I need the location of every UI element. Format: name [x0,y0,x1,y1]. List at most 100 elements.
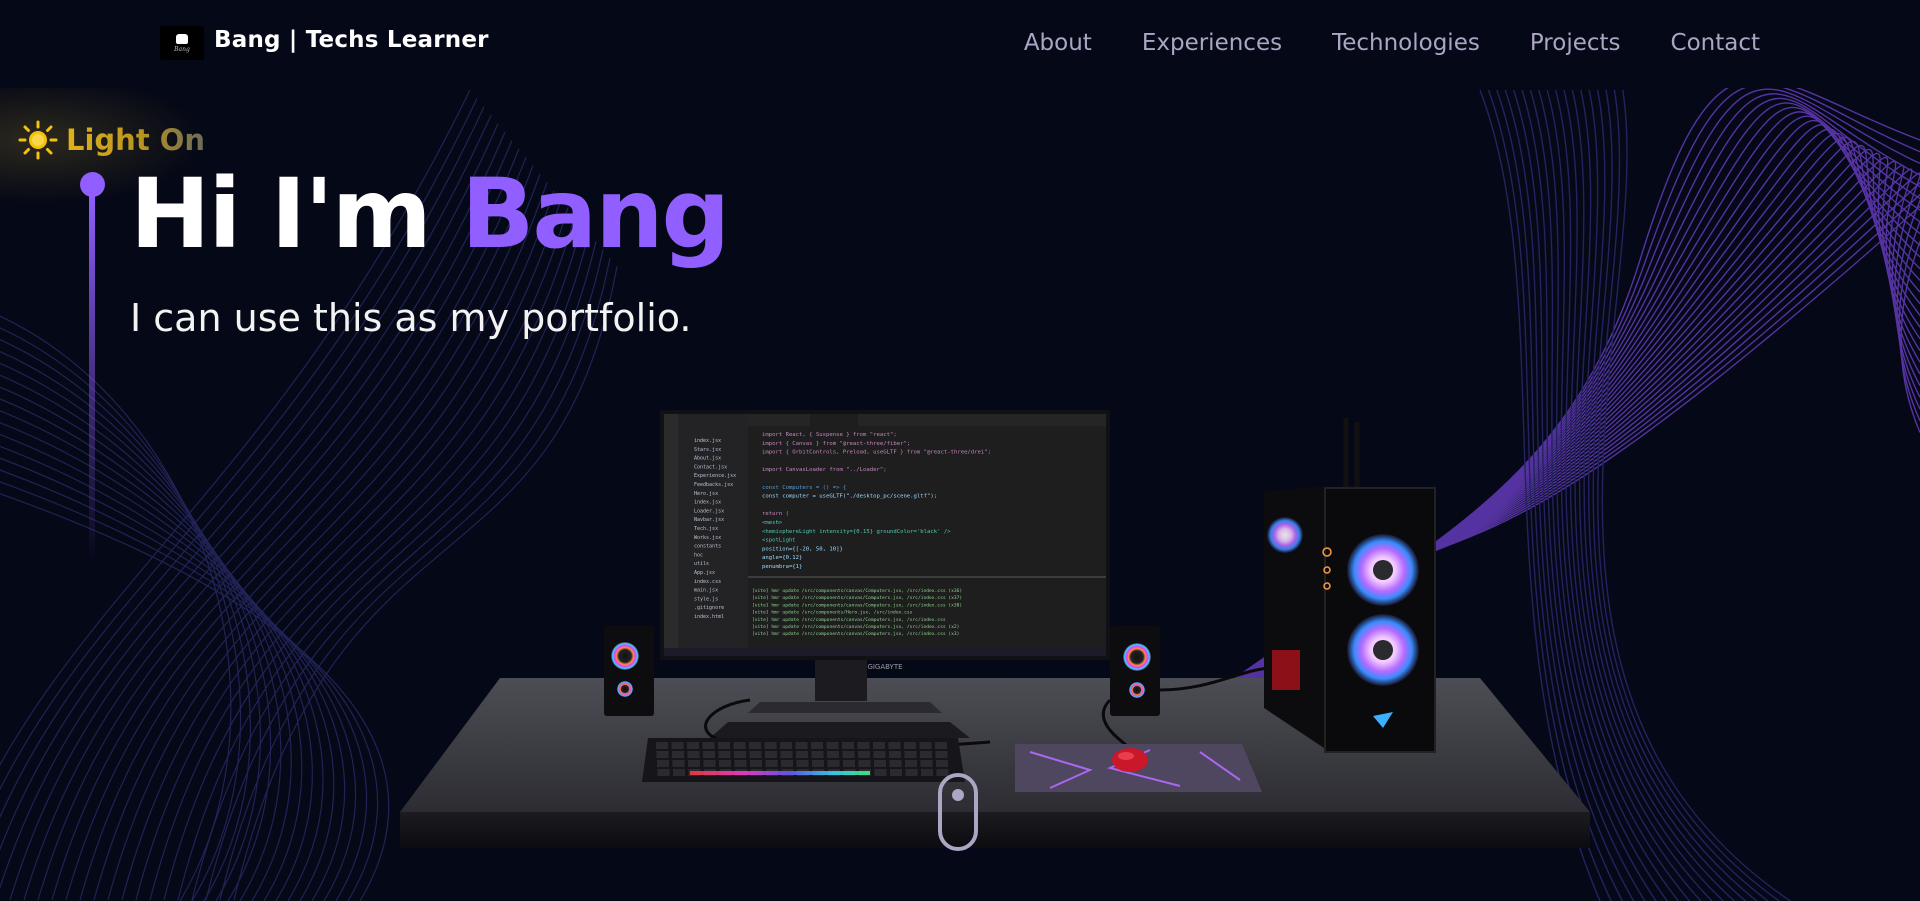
brand-name[interactable]: Bang | Techs Learner [214,27,489,53]
light-toggle-label: Light On [66,123,206,157]
keyboard-key [811,742,823,749]
nav-link-technologies[interactable]: Technologies [1332,30,1480,56]
keyboard-key [920,760,933,767]
keyboard-key [734,751,746,758]
keyboard-key [749,742,761,749]
keyboard-key [765,760,778,767]
nav-link-contact[interactable]: Contact [1671,30,1760,56]
file-tree-item: index.css [694,579,721,585]
file-tree-item: index.jsx [694,500,721,506]
keyboard-key [858,760,871,767]
nav-link-experiences[interactable]: Experiences [1142,30,1282,56]
keyboard-key [719,760,731,767]
nav-links: About Experiences Technologies Projects … [974,30,1760,56]
file-tree-item: Hero.jsx [694,491,718,497]
hero-name: Bang [461,158,730,270]
code-line: position={[-20, 50, 10]} [762,546,843,552]
keyboard-key [796,751,808,758]
code-line: const computer = useGLTF("./desktop_pc/s… [762,494,937,500]
keyboard-key [673,769,685,776]
code-line: import CanvasLoader from "../Loader"; [762,467,887,473]
keyboard-key [780,751,793,758]
scroll-mouse-icon[interactable] [938,773,978,851]
keyboard-key [888,742,901,749]
nav-link-projects[interactable]: Projects [1530,30,1621,56]
file-tree-item: Navbar.jsx [694,517,724,523]
keyboard-key [842,742,854,749]
keyboard-key [687,742,699,749]
keyboard-key [718,742,730,749]
code-line: <mesh> [762,520,783,526]
monitor-brand-label: GIGABYTE [867,663,902,671]
file-tree-item: main.jsx [694,588,718,594]
keyboard-key [733,742,746,749]
terminal-line: [vite] hmr update /src/components/canvas… [752,617,946,623]
file-tree-item: Loader.jsx [694,508,724,514]
keyboard-key [858,751,870,758]
keyboard-key [890,769,902,776]
keyboard-key [656,742,668,749]
desktop-pc-3d-scene[interactable]: index.jsx Stars.jsx About.jsx Contact.jsx Ex… [390,400,1600,860]
keyboard-key [657,760,669,767]
speaker-left [604,626,654,716]
keyboard-key [936,760,948,767]
file-tree-item: About.jsx [694,456,721,462]
code-line: const Computers = () => { [762,485,846,491]
keyboard-key [920,751,932,758]
monitor: index.jsx Stars.jsx About.jsx Contact.jsx Ex… [660,410,1110,671]
keyboard-key [703,760,716,767]
code-line: <hemisphereLight intensity={0.15} ground… [762,529,951,535]
hero-subtitle: I can use this as my portfolio. [130,296,692,340]
hero-accent-line [89,194,95,564]
keyboard [642,738,965,782]
keyboard-key [672,760,685,767]
light-toggle-button[interactable]: Light On [18,120,205,160]
keyboard-key [687,751,700,758]
keyboard-key [826,742,839,749]
code-line: angle={0.12} [762,555,802,561]
file-tree-item: Works.jsx [694,535,721,541]
bang-logo-icon[interactable]: Bang [160,26,204,60]
keyboard-key [718,751,731,758]
terminal-line: [vite] hmr update /src/components/Hero.j… [752,610,913,616]
terminal-line: [vite] hmr update /src/components/canvas… [752,624,959,630]
keyboard-key [905,769,918,776]
file-tree-item: Feedbacks.jsx [694,482,733,488]
keyboard-key [796,760,809,767]
keyboard-key [935,751,948,758]
portfolio-page: Bang Bang | Techs Learner About Experien… [0,0,1920,901]
code-line: penumbra={1} [762,564,802,570]
hero-greeting: Hi I'm [130,158,462,270]
file-tree-item: App.jsx [694,570,715,576]
keyboard-key [843,760,855,767]
keyboard-key [827,760,840,767]
keyboard-key [921,769,933,776]
keyboard-key [734,760,747,767]
computer-mouse [1112,748,1148,772]
keyboard-key [795,742,808,749]
keyboard-key [657,769,670,776]
file-tree-item: Contact.jsx [694,464,727,470]
keyboard-key [780,742,792,749]
keyboard-key [935,742,947,749]
code-line: import { Canvas } from "@react-three/fib… [762,441,910,447]
file-tree-item: index.html [694,614,724,620]
keyboard-key [857,742,870,749]
keyboard-key [812,760,824,767]
terminal-line: [vite] hmr update /src/components/canvas… [752,631,959,637]
keyboard-key [656,751,669,758]
code-line: import { OrbitControls, Preload, useGLTF… [762,450,991,456]
pc-tower [1264,418,1436,753]
sun-icon [18,120,58,160]
file-tree-item: Stars.jsx [694,447,721,453]
code-line: import React, { Suspense } from "react"; [762,432,897,438]
file-tree-item: utils [694,561,709,567]
keyboard-key [749,751,762,758]
keyboard-key [811,751,824,758]
nav-link-about[interactable]: About [1024,30,1092,56]
keyboard-key [904,742,916,749]
keyboard-key [842,751,855,758]
speaker-right [1110,626,1160,716]
keyboard-key [904,751,917,758]
code-line: <spotLight [762,538,796,544]
